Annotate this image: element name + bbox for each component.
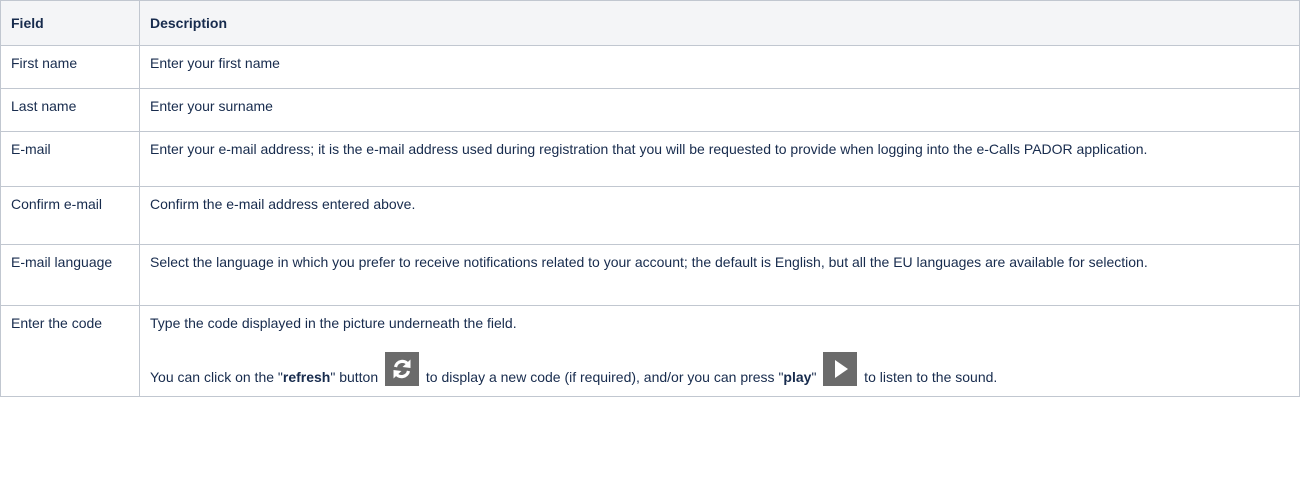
table-header-row: Field Description <box>0 0 1300 46</box>
table-row-email-language: E-mail language Select the language in w… <box>0 244 1300 306</box>
field-cell: E-mail <box>0 131 140 187</box>
code-instruction: Type the code displayed in the picture u… <box>150 315 517 331</box>
description-cell: Enter your first name <box>139 45 1300 89</box>
help-text-part: " button <box>330 369 383 385</box>
description-cell: Type the code displayed in the picture u… <box>139 305 1300 397</box>
help-text-part: " <box>811 369 821 385</box>
table-row-email: E-mail Enter your e-mail address; it is … <box>0 131 1300 187</box>
field-cell: Last name <box>0 88 140 132</box>
table-row-enter-code: Enter the code Type the code displayed i… <box>0 305 1300 397</box>
header-field: Field <box>0 0 140 46</box>
field-cell: Enter the code <box>0 305 140 397</box>
refresh-icon <box>385 352 420 386</box>
description-cell: Enter your surname <box>139 88 1300 132</box>
help-text-part: to listen to the sound. <box>860 369 998 385</box>
refresh-keyword: refresh <box>282 369 331 385</box>
play-keyword: play <box>783 369 812 385</box>
code-buttons-help: You can click on the "refresh" button to… <box>150 352 1289 387</box>
table-row-confirm-email: Confirm e-mail Confirm the e-mail addres… <box>0 186 1300 245</box>
fields-table: Field Description First name Enter your … <box>0 0 1300 397</box>
field-cell: E-mail language <box>0 244 140 306</box>
table-row-first-name: First name Enter your first name <box>0 45 1300 89</box>
field-cell: First name <box>0 45 140 89</box>
description-cell: Select the language in which you prefer … <box>139 244 1300 306</box>
help-text-part: to display a new code (if required), and… <box>422 369 784 385</box>
header-description: Description <box>139 0 1300 46</box>
table-row-last-name: Last name Enter your surname <box>0 88 1300 132</box>
play-icon <box>823 352 858 386</box>
description-cell: Confirm the e-mail address entered above… <box>139 186 1300 245</box>
help-text-part: You can click on the " <box>150 369 283 385</box>
field-cell: Confirm e-mail <box>0 186 140 245</box>
description-cell: Enter your e-mail address; it is the e-m… <box>139 131 1300 187</box>
